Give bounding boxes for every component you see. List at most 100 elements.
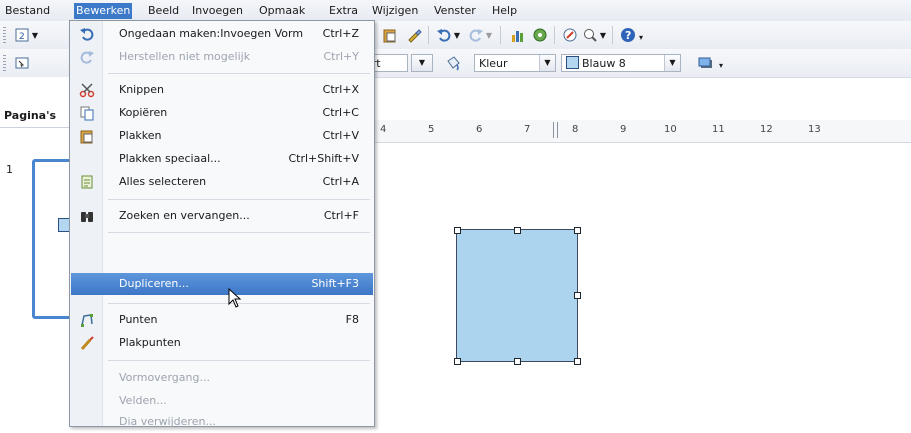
page-number: 1	[6, 163, 13, 176]
menu-item-label: Dia verwijderen...	[119, 415, 216, 428]
resize-handle[interactable]	[454, 358, 461, 365]
select-all-icon	[78, 173, 96, 191]
chart-icon[interactable]	[508, 25, 528, 45]
menu-bestand[interactable]: Bestand	[3, 3, 52, 19]
menu-separator	[108, 360, 370, 361]
menu-item-label: Alles selecteren	[119, 175, 207, 188]
paste-icon[interactable]	[380, 25, 400, 45]
new-document-icon[interactable]: 2	[12, 25, 32, 45]
resize-handle[interactable]	[514, 358, 521, 365]
ruler-label: 13	[808, 124, 821, 135]
menu-item-duplicate[interactable]: Dupliceren... Shift+F3	[71, 273, 373, 295]
navigator-icon[interactable]	[560, 25, 580, 45]
menu-item-select-all[interactable]: Alles selecteren Ctrl+A	[71, 171, 373, 193]
dropdown-arrow-icon[interactable]: ▼	[598, 25, 608, 45]
menu-item-shortcut: Ctrl+Shift+V	[288, 152, 359, 165]
menu-venster[interactable]: Venster	[432, 3, 478, 19]
menu-separator	[108, 232, 370, 233]
menu-item-label: Plakken	[119, 129, 162, 142]
ruler-label: 7	[524, 124, 531, 135]
chevron-down-icon[interactable]: ▼	[539, 55, 555, 71]
menu-item-cut[interactable]: Knippen Ctrl+X	[71, 79, 373, 101]
menu-item-cross-fading: Vormovergang...	[71, 367, 373, 389]
resize-handle[interactable]	[454, 227, 461, 234]
menu-item-paste[interactable]: Plakken Ctrl+V	[71, 125, 373, 147]
shadow-icon[interactable]	[695, 53, 715, 73]
menu-separator	[108, 199, 370, 200]
ruler-label: 11	[712, 124, 725, 135]
menu-extra[interactable]: Extra	[327, 3, 360, 19]
ruler-label: 12	[760, 124, 773, 135]
ruler-label: 10	[664, 124, 677, 135]
toolbar-overflow-icon[interactable]: ▾	[716, 55, 726, 75]
menu-help[interactable]: Help	[490, 3, 519, 19]
help-icon[interactable]: ?	[618, 25, 638, 45]
select-mode-icon[interactable]	[12, 53, 32, 73]
menu-item-fields: Velden...	[71, 390, 373, 412]
scissors-icon	[78, 81, 96, 99]
dropdown-arrow-icon[interactable]: ▼	[452, 25, 462, 45]
mouse-pointer-icon	[228, 287, 242, 311]
menu-item-shortcut: F8	[345, 313, 359, 326]
area-color-combo[interactable]: Blauw 8 ▼	[561, 54, 681, 72]
menu-wijzigen[interactable]: Wijzigen	[370, 3, 420, 19]
menu-item-undo[interactable]: Ongedaan maken:Invoegen Vorm Ctrl+Z	[71, 23, 373, 45]
toolbar-overflow-icon[interactable]: ▾	[636, 27, 646, 47]
menu-item-copy[interactable]: Kopiëren Ctrl+C	[71, 102, 373, 124]
menu-item-label: Kopiëren	[119, 106, 168, 119]
glue-points-icon	[78, 334, 96, 352]
fill-style-value: Kleur	[479, 57, 508, 70]
toolbar-grip[interactable]	[3, 27, 6, 43]
ruler-label: 6	[476, 124, 483, 135]
menu-item-shortcut: Ctrl+C	[322, 106, 359, 119]
selected-rectangle-shape[interactable]	[456, 229, 578, 362]
chevron-down-icon[interactable]: ▼	[412, 55, 432, 71]
menu-invoegen[interactable]: Invoegen	[190, 3, 245, 19]
area-style-icon[interactable]	[443, 53, 463, 73]
menu-opmaak[interactable]: Opmaak	[257, 3, 307, 19]
resize-handle[interactable]	[574, 358, 581, 365]
resize-handle[interactable]	[574, 227, 581, 234]
menu-item-shortcut: Shift+F3	[311, 277, 359, 290]
fill-style-dropdown[interactable]: ▼	[514, 54, 556, 72]
paste-icon	[78, 127, 96, 145]
line-style-dropdown[interactable]: ▼	[411, 54, 433, 72]
menu-item-delete-slide: Dia verwijderen...	[71, 411, 373, 433]
gallery-icon[interactable]	[530, 25, 550, 45]
menu-item-label: Dupliceren...	[119, 277, 189, 290]
chevron-down-icon[interactable]: ▼	[664, 55, 680, 71]
menu-beeld[interactable]: Beeld	[146, 3, 181, 19]
menu-item-shortcut: Ctrl+X	[322, 83, 359, 96]
undo-icon[interactable]	[434, 25, 454, 45]
color-swatch	[566, 56, 579, 69]
area-color-label: Blauw 8	[582, 57, 626, 70]
menu-item-points[interactable]: Punten F8	[71, 309, 373, 331]
svg-text:2: 2	[19, 32, 25, 42]
toolbar-separator	[554, 26, 555, 44]
menu-item-find-replace[interactable]: Zoeken en vervangen... Ctrl+F	[71, 205, 373, 227]
redo-icon	[78, 48, 96, 66]
menu-item-shortcut: Ctrl+Y	[323, 50, 359, 63]
zoom-icon[interactable]	[580, 25, 600, 45]
menu-item-label: Vormovergang...	[119, 371, 210, 384]
menu-bewerken[interactable]: Bewerken	[74, 3, 133, 19]
dropdown-arrow-icon[interactable]: ▼	[30, 25, 40, 45]
menu-item-label: Herstellen niet mogelijk	[119, 50, 251, 63]
menu-item-label: Punten	[119, 313, 158, 326]
points-icon	[78, 311, 96, 329]
menu-item-glue-points[interactable]: Plakpunten	[71, 332, 373, 354]
svg-text:?: ?	[625, 29, 631, 42]
undo-icon	[78, 25, 96, 43]
pages-panel-title: Pagina's	[4, 109, 57, 122]
menu-item-shortcut: Ctrl+Z	[322, 27, 359, 40]
toolbar-grip[interactable]	[3, 55, 6, 71]
dropdown-arrow-icon: ▼	[485, 30, 493, 40]
format-paintbrush-icon[interactable]	[404, 25, 424, 45]
menu-bar: Bestand Bewerken Beeld Invoegen Opmaak E…	[0, 0, 911, 22]
ruler-margin-marker[interactable]	[553, 122, 558, 138]
toolbar-separator	[428, 26, 429, 44]
resize-handle[interactable]	[514, 227, 521, 234]
binoculars-icon	[78, 207, 96, 225]
menu-item-paste-special[interactable]: Plakken speciaal... Ctrl+Shift+V	[71, 148, 373, 170]
resize-handle[interactable]	[574, 292, 581, 299]
